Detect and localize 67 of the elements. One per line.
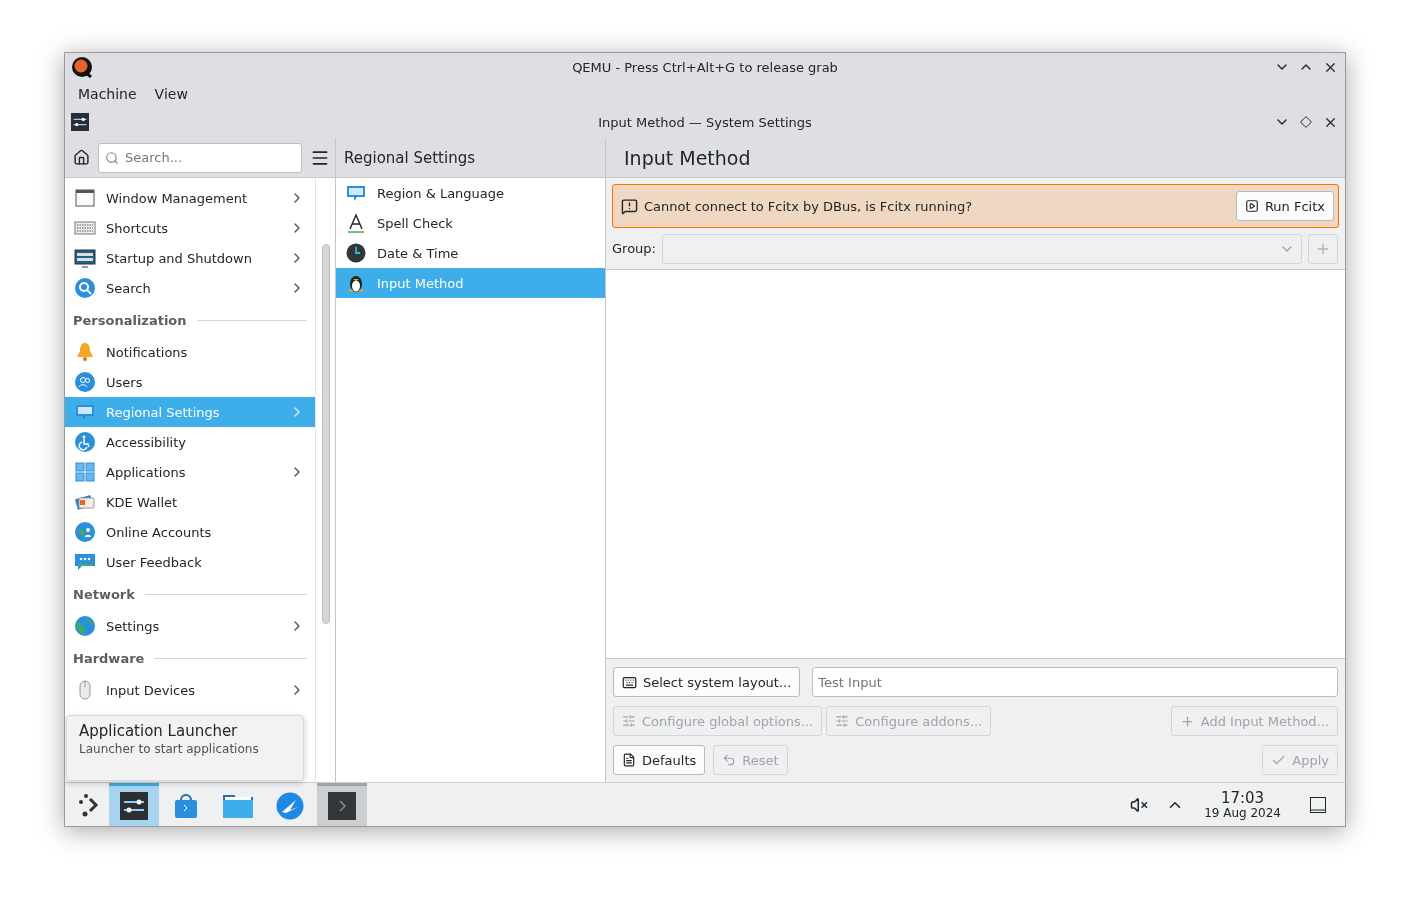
scrollbar-thumb[interactable] (321, 244, 330, 624)
keyboard-icon (622, 674, 637, 690)
field-label: Group: (612, 241, 656, 256)
sliders-icon (622, 714, 636, 728)
category-item[interactable]: Region & Language (336, 178, 605, 208)
folder-icon (222, 792, 254, 820)
sidebar-item[interactable]: User Feedback (65, 547, 315, 577)
globe-people-icon (74, 521, 96, 543)
sidebar-item[interactable]: Input Devices (65, 675, 315, 705)
document-icon (622, 753, 636, 767)
clock-icon (345, 242, 367, 264)
sidebar-item[interactable]: Shortcuts (65, 213, 315, 243)
warning-icon (621, 197, 638, 215)
letter-icon (345, 212, 367, 234)
sidebar-item[interactable]: Window Management (65, 183, 315, 213)
window-title: Input Method — System Settings (598, 114, 812, 130)
page-title: Input Method (623, 146, 751, 169)
sidebar-item[interactable]: Startup and Shutdown (65, 243, 315, 273)
sidebar-item[interactable]: Users (65, 367, 315, 397)
section-heading: Personalization (73, 312, 187, 328)
sidebar-item[interactable]: Applications (65, 457, 315, 487)
window-title: QEMU - Press Ctrl+Alt+G to release grab (572, 59, 838, 75)
play-icon (1244, 199, 1259, 213)
category-item[interactable]: Date & Time (336, 238, 605, 268)
run-button[interactable]: Run Fcitx (1235, 191, 1334, 221)
layout-button[interactable]: Select system layout... (613, 667, 801, 697)
sidebar-item[interactable]: Online Accounts (65, 517, 315, 547)
category-item[interactable]: Spell Check (336, 208, 605, 238)
menu-item[interactable]: Machine (69, 83, 146, 104)
shopping-bag-icon (172, 792, 200, 820)
taskbar-app[interactable] (317, 782, 367, 826)
qemu-logo-icon (71, 56, 93, 78)
section-heading: Hardware (73, 650, 145, 666)
section-heading: Network (73, 586, 135, 602)
globe-icon (74, 615, 96, 637)
plus-icon (1179, 713, 1195, 729)
sidebar-item[interactable]: KDE Wallet (65, 487, 315, 517)
test-input-field[interactable]: Test Input (812, 667, 1338, 697)
feedback-icon (74, 551, 96, 573)
settings-app-icon (71, 113, 89, 131)
window-icon (74, 187, 96, 209)
sidebar-item[interactable]: Accessibility (65, 427, 315, 457)
taskbar-app[interactable] (109, 782, 159, 826)
search-field[interactable]: Search... (98, 142, 302, 173)
terminal-icon (328, 792, 356, 820)
message-text: Cannot connect to Fcitx by DBus, is Fcitx running? (644, 198, 974, 214)
clock[interactable]: 17:03 19 Aug 2024 (1204, 789, 1281, 820)
bell-icon (74, 341, 96, 363)
accessibility-icon (74, 431, 96, 453)
monitor-icon (74, 247, 96, 269)
menu-item[interactable]: View (145, 83, 197, 104)
search-icon (105, 150, 119, 165)
diamond-icon (1300, 116, 1312, 128)
bird-icon (276, 792, 304, 820)
panel-title: Regional Settings (344, 148, 475, 167)
settings-icon (120, 792, 148, 820)
users-icon (74, 371, 96, 393)
tooltip-title: Application Launcher (79, 722, 239, 740)
grid-icon (74, 461, 96, 483)
search-icon (74, 277, 96, 299)
sidebar-item[interactable]: Search (65, 273, 315, 303)
defaults-button[interactable]: Defaults (613, 745, 706, 775)
sidebar-item[interactable]: Settings (65, 611, 315, 641)
sidebar-item[interactable]: Notifications (65, 337, 315, 367)
sliders-icon (835, 714, 850, 728)
undo-icon (722, 753, 737, 767)
tooltip-text: Launcher to start applications (79, 742, 260, 756)
